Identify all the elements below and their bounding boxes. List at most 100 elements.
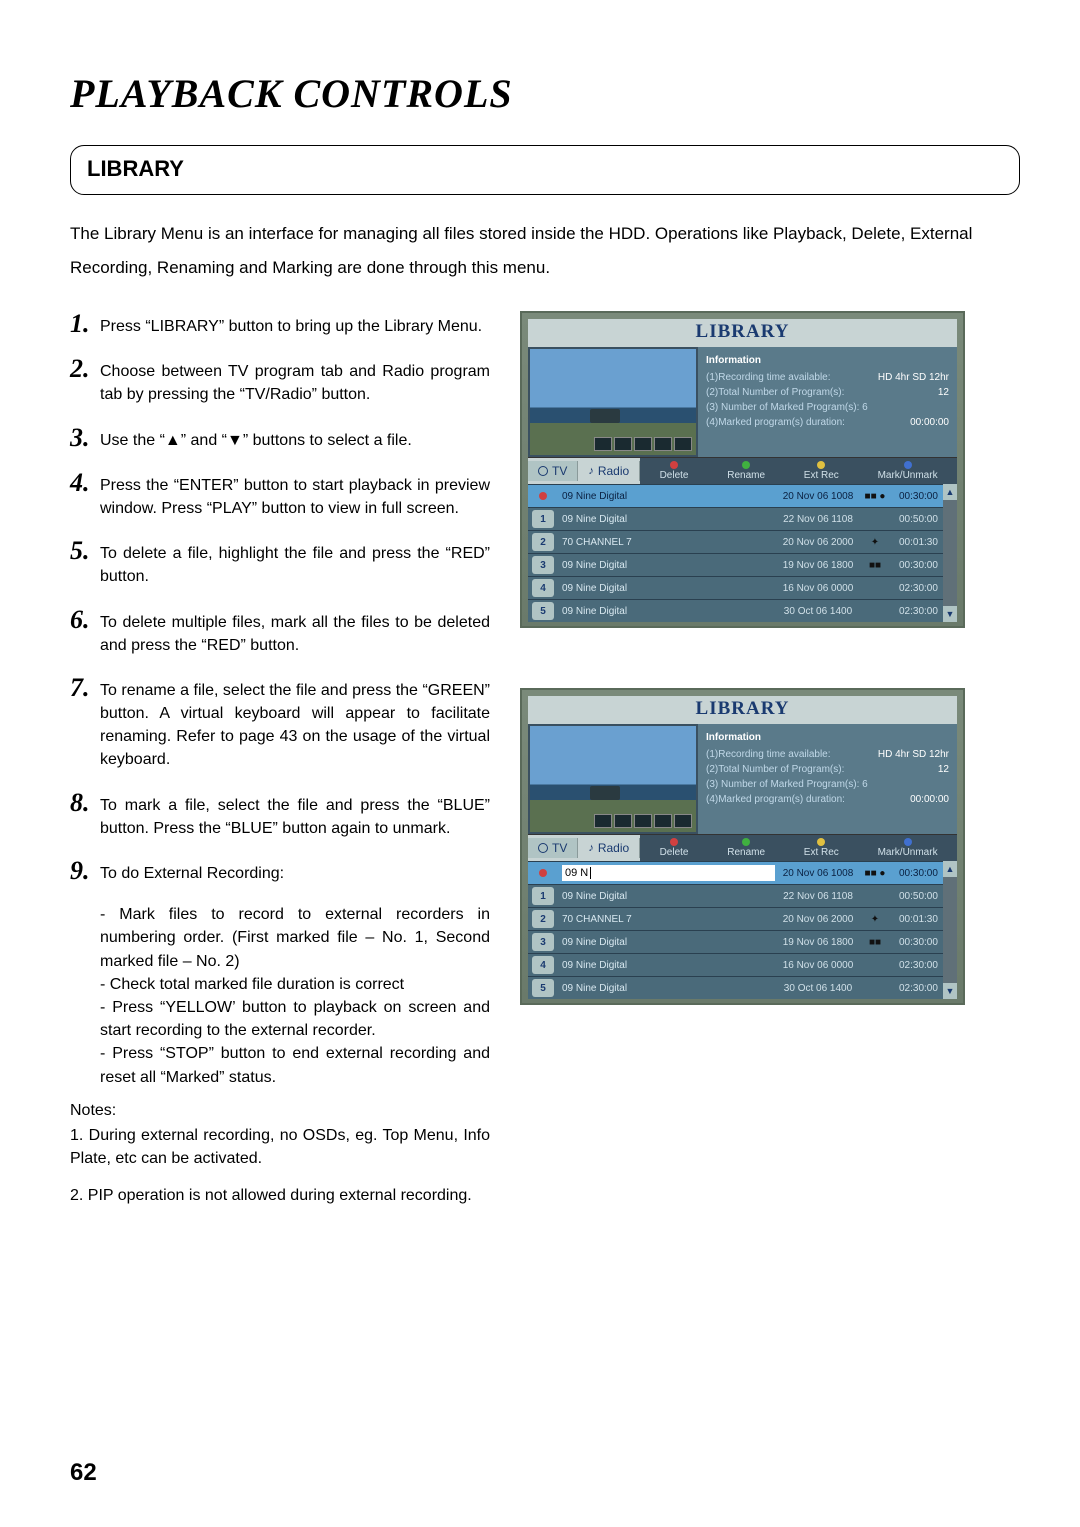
info-panel: Information (1)Recording time available:… <box>698 724 957 834</box>
file-name: 70 CHANNEL 7 <box>558 911 779 928</box>
file-row[interactable]: 509 Nine Digital30 Oct 06 140002:30:00 <box>528 976 943 999</box>
scroll-up-icon[interactable]: ▲ <box>943 861 957 877</box>
tab-radio[interactable]: ♪Radio <box>578 838 640 858</box>
file-name: 09 Nine Digital <box>558 603 779 620</box>
library-screenshot-2: LIBRARY Information (1)Recording time av… <box>520 688 965 1005</box>
info-label: (3) Number of Marked Program(s): 6 <box>706 400 868 415</box>
tv-icon <box>538 466 548 476</box>
substep: - Press “STOP” button to end external re… <box>100 1042 490 1088</box>
scrollbar[interactable]: ▲ ▼ <box>943 861 957 999</box>
row-number-badge: 4 <box>532 956 554 974</box>
notes-heading: Notes: <box>70 1099 490 1122</box>
info-label: (1)Recording time available: <box>706 747 831 762</box>
legend-label: Mark/Unmark <box>878 847 938 858</box>
legend-label: Ext Rec <box>804 470 839 481</box>
file-row[interactable]: 109 Nine Digital22 Nov 06 110800:50:00 <box>528 507 943 530</box>
rename-input[interactable]: 09 N <box>562 865 775 881</box>
file-row[interactable]: 509 Nine Digital30 Oct 06 1400 02:30:00 <box>528 599 943 622</box>
file-date: 20 Nov 06 1008 <box>779 865 857 882</box>
info-value: 00:00:00 <box>910 792 949 807</box>
step-number: 2. <box>70 356 100 382</box>
color-legend: Delete Rename Ext Rec Mark/Unmark <box>640 458 957 484</box>
yellow-dot-icon <box>817 461 825 469</box>
file-duration: 00:50:00 <box>893 888 943 905</box>
row-number-badge: 3 <box>532 933 554 951</box>
file-duration: 02:30:00 <box>893 603 943 620</box>
step-text: Use the “▲” and “▼” buttons to select a … <box>100 425 490 452</box>
lock-icon <box>857 516 893 522</box>
file-row[interactable]: 409 Nine Digital16 Nov 06 000002:30:00 <box>528 953 943 976</box>
step-text: Press “LIBRARY” button to bring up the L… <box>100 311 490 338</box>
file-row[interactable]: 270 CHANNEL 720 Nov 06 2000✦00:01:30 <box>528 907 943 930</box>
blue-dot-icon <box>904 461 912 469</box>
scroll-up-icon[interactable]: ▲ <box>943 484 957 500</box>
step-number: 4. <box>70 470 100 496</box>
file-date: 30 Oct 06 1400 <box>779 980 857 997</box>
step-text: To mark a file, select the file and pres… <box>100 790 490 840</box>
file-row[interactable]: 409 Nine Digital16 Nov 06 000002:30:00 <box>528 576 943 599</box>
row-number-badge: 2 <box>532 910 554 928</box>
row-number-badge: 5 <box>532 602 554 620</box>
blue-dot-icon <box>904 838 912 846</box>
step-number: 5. <box>70 538 100 564</box>
step-number: 1. <box>70 311 100 337</box>
file-duration: 02:30:00 <box>893 580 943 597</box>
info-heading: Information <box>706 730 949 745</box>
file-date: 20 Nov 06 1008 <box>779 488 857 505</box>
file-row[interactable]: 09 N20 Nov 06 1008■■ ●00:30:00 <box>528 861 943 884</box>
row-number-badge: 1 <box>532 510 554 528</box>
tab-radio[interactable]: ♪Radio <box>578 461 640 481</box>
tab-label: TV <box>552 464 567 478</box>
lock-icon: ■■ <box>857 557 893 574</box>
file-name: 09 Nine Digital <box>558 511 779 528</box>
tab-tv[interactable]: TV <box>528 838 578 858</box>
file-date: 30 Oct 06 1400 <box>779 603 857 620</box>
tv-icon <box>538 843 548 853</box>
lock-icon: ✦ <box>857 911 893 928</box>
info-label: (4)Marked program(s) duration: <box>706 792 845 807</box>
step-text: To do External Recording: <box>100 858 490 885</box>
record-dot-icon <box>532 487 554 505</box>
music-icon: ♪ <box>588 465 594 477</box>
scroll-down-icon[interactable]: ▼ <box>943 606 957 622</box>
file-duration: 00:50:00 <box>893 511 943 528</box>
info-label: (1)Recording time available: <box>706 370 831 385</box>
color-legend: Delete Rename Ext Rec Mark/Unmark <box>640 835 957 861</box>
row-number-badge: 4 <box>532 579 554 597</box>
green-dot-icon <box>742 838 750 846</box>
row-number-badge: 1 <box>532 887 554 905</box>
file-row[interactable]: 09 Nine Digital20 Nov 06 1008■■ ●00:30:0… <box>528 484 943 507</box>
lock-icon <box>857 962 893 968</box>
step-number: 7. <box>70 675 100 701</box>
step-number: 9. <box>70 858 100 884</box>
file-row[interactable]: 109 Nine Digital22 Nov 06 110800:50:00 <box>528 884 943 907</box>
intro-text: The Library Menu is an interface for man… <box>70 217 1020 285</box>
file-row[interactable]: 309 Nine Digital19 Nov 06 1800■■00:30:00 <box>528 553 943 576</box>
scroll-down-icon[interactable]: ▼ <box>943 983 957 999</box>
lock-icon: ■■ ● <box>857 865 893 882</box>
file-duration: 02:30:00 <box>893 980 943 997</box>
tab-label: Radio <box>598 841 629 855</box>
file-row[interactable]: 270 CHANNEL 720 Nov 06 2000✦00:01:30 <box>528 530 943 553</box>
substep: - Press “YELLOW’ button to playback on s… <box>100 996 490 1042</box>
scrollbar[interactable]: ▲ ▼ <box>943 484 957 622</box>
tab-tv[interactable]: TV <box>528 461 578 481</box>
file-duration: 00:30:00 <box>893 557 943 574</box>
red-dot-icon <box>670 838 678 846</box>
preview-window <box>528 347 698 457</box>
legend-label: Delete <box>660 847 689 858</box>
step-text: To delete a file, highlight the file and… <box>100 538 490 588</box>
step-number: 6. <box>70 607 100 633</box>
file-date: 16 Nov 06 0000 <box>779 957 857 974</box>
step-number: 3. <box>70 425 100 451</box>
file-duration: 00:30:00 <box>893 865 943 882</box>
file-duration: 00:01:30 <box>893 911 943 928</box>
yellow-dot-icon <box>817 838 825 846</box>
info-value: HD 4hr SD 12hr <box>878 370 949 385</box>
file-row[interactable]: 309 Nine Digital19 Nov 06 1800■■00:30:00 <box>528 930 943 953</box>
library-screenshot-1: LIBRARY Information (1)Recording time av… <box>520 311 965 628</box>
info-heading: Information <box>706 353 949 368</box>
preview-window <box>528 724 698 834</box>
file-name: 09 Nine Digital <box>558 957 779 974</box>
step-text: Choose between TV program tab and Radio … <box>100 356 490 406</box>
